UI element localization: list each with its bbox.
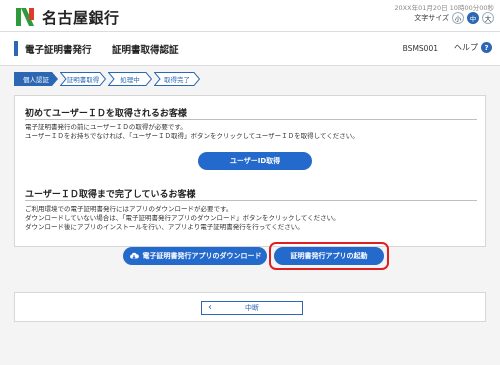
download-app-label: 電子証明書発行アプリのダウンロード <box>142 252 262 260</box>
bank-logo[interactable]: 名古屋銀行 <box>14 6 120 28</box>
step-item: 処理中 <box>108 72 152 86</box>
section-existing-user-text-2: ダウンロードしていない場合は、「電子証明書発行アプリのダウンロード」ボタンをクリ… <box>25 214 340 222</box>
help-icon: ? <box>481 42 492 53</box>
section-new-user-text-2: ユーザーＩＤをお持ちでなければ、「ユーザーＩＤ取得」ボタンをクリックしてユーザー… <box>25 132 359 140</box>
bank-name: 名古屋銀行 <box>42 8 120 27</box>
section-existing-user-text-3: ダウンロード後にアプリのインストールを行い、アプリより電子証明書発行を行ってくだ… <box>25 223 304 231</box>
launch-app-button[interactable]: 証明書発行アプリの起動 <box>274 247 384 265</box>
section-new-user-text-1: 電子証明書発行の前にユーザーＩＤの取得が必要です。 <box>25 123 187 131</box>
header: 名古屋銀行 20XX年01月20日 10時00分00秒 文字サイズ 小 中 大 <box>0 0 500 32</box>
section-new-user-title: 初めてユーザーＩＤを取得されるお客様 <box>25 109 187 119</box>
step-item: 取得完了 <box>154 72 200 86</box>
section-existing-user-text-1: ご利用環境での電子証明書発行にはアプリのダウンロードが必要です。 <box>25 205 233 213</box>
section-divider <box>25 200 477 201</box>
step-label: 証明書取得 <box>66 76 100 84</box>
screen-id: BSMS001 <box>402 44 438 53</box>
font-size-label: 文字サイズ <box>414 14 449 22</box>
main-panel: 初めてユーザーＩＤを取得されるお客様 電子証明書発行の前にユーザーＩＤの取得が必… <box>14 95 486 247</box>
section-existing-user-title: ユーザーＩＤ取得まで完了しているお客様 <box>25 190 196 200</box>
cancel-button[interactable]: ‹ 中断 <box>201 301 303 315</box>
get-user-id-button[interactable]: ユーザーID取得 <box>198 152 312 170</box>
step-item: 証明書取得 <box>60 72 106 86</box>
font-size-small-button[interactable]: 小 <box>452 12 464 24</box>
cancel-label: 中断 <box>245 304 259 312</box>
step-label: 取得完了 <box>164 76 190 84</box>
title-accent-bar <box>14 41 18 56</box>
step-label: 個人認証 <box>23 76 49 84</box>
step-current: 個人認証 <box>14 72 58 86</box>
page-subtitle: 証明書取得認証 <box>112 45 179 56</box>
bottom-bar: ‹ 中断 <box>14 292 486 322</box>
cloud-download-icon <box>129 252 139 259</box>
help-link[interactable]: ヘルプ ? <box>454 42 492 53</box>
help-label: ヘルプ <box>454 43 478 52</box>
download-app-button[interactable]: 電子証明書発行アプリのダウンロード <box>123 247 267 265</box>
section-divider <box>25 119 477 120</box>
login-datetime: 20XX年01月20日 10時00分00秒 <box>394 4 494 12</box>
font-size-selector: 文字サイズ 小 中 大 <box>414 12 494 24</box>
page-title: 電子証明書発行 <box>25 45 92 56</box>
bank-logo-icon <box>14 6 36 28</box>
chevron-left-icon: ‹ <box>208 302 212 313</box>
font-size-medium-button[interactable]: 中 <box>467 12 479 24</box>
title-bar: 電子証明書発行 証明書取得認証 BSMS001 ヘルプ ? <box>0 32 500 66</box>
step-label: 処理中 <box>120 76 140 84</box>
font-size-large-button[interactable]: 大 <box>482 12 494 24</box>
